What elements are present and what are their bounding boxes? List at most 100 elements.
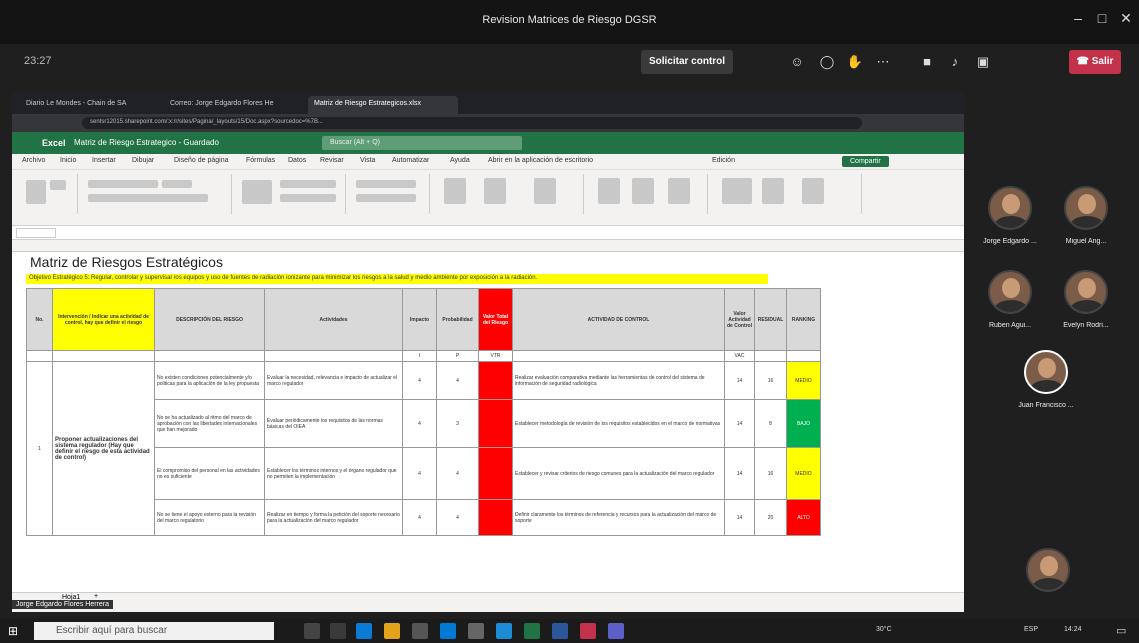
chat-icon[interactable]: ◯: [818, 53, 836, 71]
mic-icon[interactable]: ♪: [946, 53, 964, 71]
residual-cell[interactable]: 16: [754, 361, 787, 400]
header-actividades[interactable]: Actividades: [264, 288, 403, 351]
impact-cell[interactable]: 4: [402, 447, 437, 500]
probability-cell[interactable]: 4: [436, 447, 479, 500]
mail-icon[interactable]: [440, 623, 456, 639]
header-residual[interactable]: RESIDUAL: [754, 288, 787, 351]
residual-cell[interactable]: 20: [754, 499, 787, 536]
impact-cell[interactable]: 4: [402, 499, 437, 536]
sheet-title[interactable]: Matriz de Riesgos Estratégicos: [30, 254, 223, 270]
impact-cell[interactable]: 4: [402, 361, 437, 400]
impact-cell[interactable]: 4: [402, 399, 437, 448]
address-bar[interactable]: sentsr12015.sharepoint.com/:x:/r/sites/P…: [82, 117, 862, 129]
menu-dibujar[interactable]: Dibujar: [132, 157, 154, 164]
menu-formulas[interactable]: Fórmulas: [246, 157, 275, 164]
control-cell[interactable]: Realizar evaluación comparativa mediante…: [512, 361, 725, 400]
store-icon[interactable]: [412, 623, 428, 639]
menu-insertar[interactable]: Insertar: [92, 157, 116, 164]
description-cell[interactable]: No se tiene el apoyo externo para la rev…: [154, 499, 265, 536]
control-cell[interactable]: Establecer metodología de revisión de lo…: [512, 399, 725, 448]
header-probabilidad[interactable]: Probabilidad: [436, 288, 479, 351]
total-risk-cell[interactable]: [478, 399, 513, 448]
header-actividad-control[interactable]: ACTIVIDAD DE CONTROL: [512, 288, 725, 351]
participant-tile[interactable]: Juan Francisco ...: [1016, 350, 1076, 409]
vac-cell[interactable]: 14: [724, 399, 755, 448]
minimize-icon[interactable]: –: [1068, 10, 1088, 26]
app-icon[interactable]: [496, 623, 512, 639]
menu-vista[interactable]: Vista: [360, 157, 375, 164]
menu-edicion[interactable]: Edición: [712, 157, 735, 164]
camera-icon[interactable]: ■: [918, 53, 936, 71]
reactions-icon[interactable]: ✋: [846, 53, 864, 71]
notification-icon[interactable]: ▭: [1116, 624, 1126, 637]
control-cell[interactable]: Definir claramente los términos de refer…: [512, 499, 725, 536]
description-cell[interactable]: El compromiso del personal en las activi…: [154, 447, 265, 500]
header-valor-actividad[interactable]: Valor Actividad de Control: [724, 288, 755, 351]
language-indicator[interactable]: ESP: [1024, 626, 1038, 633]
description-cell[interactable]: No se ha actualizado al ritmo del marco …: [154, 399, 265, 448]
excel-icon[interactable]: [524, 623, 540, 639]
row-number[interactable]: 1: [26, 361, 53, 536]
residual-cell[interactable]: 8: [754, 399, 787, 448]
total-risk-cell[interactable]: [478, 499, 513, 536]
vac-cell[interactable]: 14: [724, 499, 755, 536]
participant-tile[interactable]: Ruben Agui...: [980, 270, 1040, 329]
file-explorer-icon[interactable]: [384, 623, 400, 639]
participant-tile[interactable]: Jorge Edgardo ...: [980, 186, 1040, 245]
header-no[interactable]: No.: [26, 288, 53, 351]
total-risk-cell[interactable]: [478, 361, 513, 400]
activity-cell[interactable]: Establecer los términos internos y el ór…: [264, 447, 403, 500]
activity-cell[interactable]: Realizar en tiempo y forma la petición d…: [264, 499, 403, 536]
menu-diseno[interactable]: Diseño de página: [174, 157, 229, 164]
control-cell[interactable]: Establecer y revisar criterios de riesgo…: [512, 447, 725, 500]
pdf-icon[interactable]: [580, 623, 596, 639]
header-ranking[interactable]: RANKING: [786, 288, 821, 351]
leave-button[interactable]: ☎ Salir: [1069, 50, 1121, 74]
app-icon[interactable]: [468, 623, 484, 639]
ranking-cell[interactable]: BAJO: [786, 399, 821, 448]
sub-vtr[interactable]: VTR: [478, 350, 513, 362]
menu-automatizar[interactable]: Automatizar: [392, 157, 429, 164]
browser-tab-active[interactable]: Matriz de Riesgo Estrategicos.xlsx: [308, 96, 458, 114]
menu-revisar[interactable]: Revisar: [320, 157, 344, 164]
document-title[interactable]: Matriz de Riesgo Estrategico - Guardado: [74, 138, 219, 147]
sub-impacto[interactable]: I: [402, 350, 437, 362]
windows-start-icon[interactable]: ⊞: [8, 624, 18, 638]
menu-open-desktop[interactable]: Abrir en la aplicación de escritorio: [488, 157, 593, 164]
menu-archivo[interactable]: Archivo: [22, 157, 45, 164]
weather-text[interactable]: 30°C: [876, 626, 892, 633]
menu-ayuda[interactable]: Ayuda: [450, 157, 470, 164]
excel-app-name[interactable]: Excel: [42, 138, 66, 148]
total-risk-cell[interactable]: [478, 447, 513, 500]
vac-cell[interactable]: 14: [724, 447, 755, 500]
close-icon[interactable]: ✕: [1116, 10, 1136, 27]
probability-cell[interactable]: 4: [436, 499, 479, 536]
self-video-tile[interactable]: [1018, 548, 1078, 592]
maximize-icon[interactable]: □: [1092, 10, 1112, 26]
header-intervencion[interactable]: Intervención / Indicar una actividad de …: [52, 288, 155, 351]
ranking-cell[interactable]: MEDIO: [786, 447, 821, 500]
activity-cell[interactable]: Evaluar la necesidad, relevancia e impac…: [264, 361, 403, 400]
cortana-icon[interactable]: [304, 623, 320, 639]
participants-icon[interactable]: ☺: [788, 53, 806, 71]
header-descripcion[interactable]: DESCRIPCIÓN DEL RIESGO: [154, 288, 265, 351]
participant-tile[interactable]: Miguel Ang...: [1056, 186, 1116, 245]
excel-search-input[interactable]: Buscar (Alt + Q): [322, 136, 522, 150]
word-icon[interactable]: [552, 623, 568, 639]
teams-icon[interactable]: [608, 623, 624, 639]
task-view-icon[interactable]: [330, 623, 346, 639]
clock[interactable]: 14:24: [1064, 626, 1082, 633]
browser-tab[interactable]: Diario Le Mondes - Chain de SA: [20, 96, 160, 114]
formula-bar[interactable]: [12, 226, 964, 240]
description-cell[interactable]: No existen condiciones potencialmente y/…: [154, 361, 265, 400]
participant-tile[interactable]: Evelyn Rodri...: [1056, 270, 1116, 329]
sub-vac[interactable]: VAC: [724, 350, 755, 362]
vac-cell[interactable]: 14: [724, 361, 755, 400]
residual-cell[interactable]: 16: [754, 447, 787, 500]
activity-cell[interactable]: Evaluar periódicamente los requisitos de…: [264, 399, 403, 448]
header-valor-total[interactable]: Valor Total del Riesgo: [478, 288, 513, 351]
taskbar-search[interactable]: Escribir aquí para buscar: [34, 622, 274, 640]
ranking-cell[interactable]: MEDIO: [786, 361, 821, 400]
more-icon[interactable]: ⋯: [874, 53, 892, 71]
edge-icon[interactable]: [356, 623, 372, 639]
